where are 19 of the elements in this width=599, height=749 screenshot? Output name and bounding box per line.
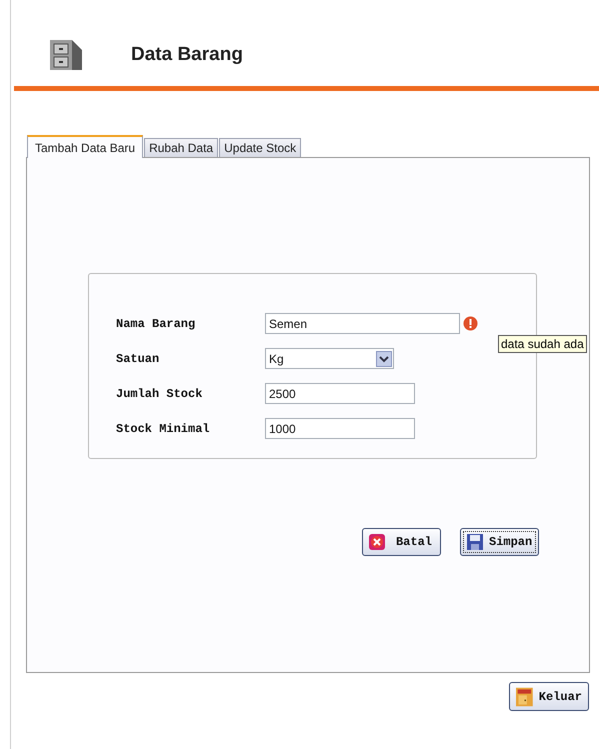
error-icon [463,316,478,331]
save-button[interactable]: Simpan [460,528,540,556]
error-tooltip: data sudah ada [498,335,587,353]
field-label: Nama Barang [115,316,196,330]
field-label: Jumlah Stock [115,386,204,400]
tab[interactable]: Update Stock [219,138,302,157]
exit-button[interactable]: Keluar [509,682,589,711]
field-label: Satuan [115,352,160,366]
input-field[interactable]: 1000 [265,418,415,439]
window-title: Data Barang [131,44,243,66]
exit-door-icon [516,686,533,708]
input-field[interactable]: 2500 [265,383,415,404]
field-label: Stock Minimal [115,422,211,436]
dropdown-field[interactable]: Kg [265,348,394,369]
tab[interactable]: Rubah Data [144,138,218,157]
close-icon [369,534,385,550]
tab[interactable]: Tambah Data Baru [27,135,144,158]
cancel-button[interactable]: Batal [362,528,441,556]
input-field[interactable]: Semen [265,313,460,334]
